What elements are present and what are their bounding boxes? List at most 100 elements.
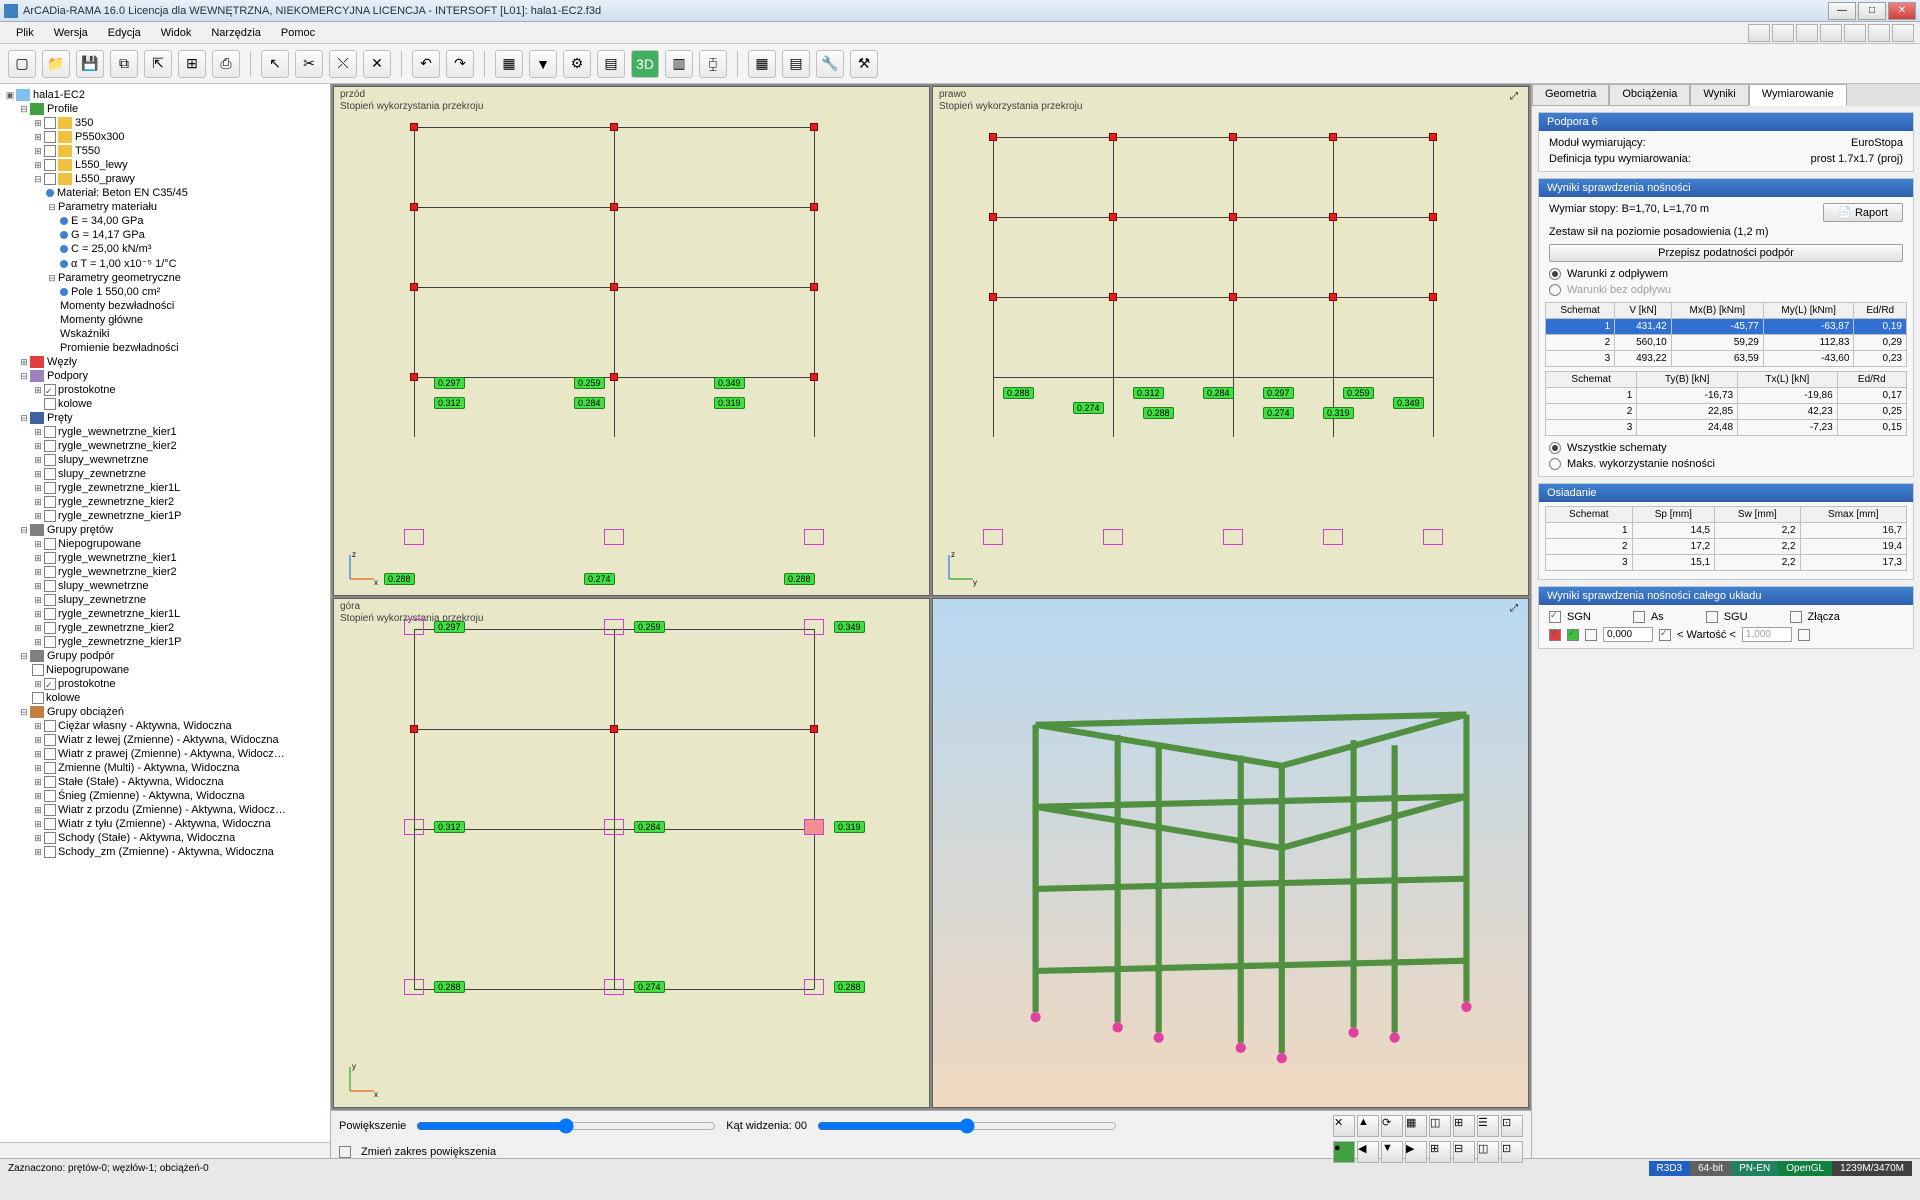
tree-item[interactable]: ⊞Stałe (Stałe) - Aktywna, Widoczna: [4, 775, 326, 789]
color-chk-green[interactable]: [1567, 629, 1579, 641]
close-button[interactable]: ✕: [1888, 2, 1916, 20]
tree-item[interactable]: ⊞prostokotne: [4, 677, 326, 691]
save-icon[interactable]: 💾: [76, 50, 104, 78]
tree-item[interactable]: ⊞slupy_wewnetrzne: [4, 453, 326, 467]
tree-item[interactable]: ⊞Śnieg (Zmienne) - Aktywna, Widoczna: [4, 789, 326, 803]
viewport-right[interactable]: prawo Stopień wykorzystania przekroju ⤢: [932, 86, 1529, 596]
table-icon[interactable]: ▤: [597, 50, 625, 78]
menu-edycja[interactable]: Edycja: [98, 25, 151, 41]
cutx-icon[interactable]: ⤬: [329, 50, 357, 78]
menu-wersja[interactable]: Wersja: [44, 25, 98, 41]
calc2-icon[interactable]: ▦: [748, 50, 776, 78]
aux-button-3[interactable]: [1796, 24, 1818, 42]
tree-podpory[interactable]: ⊟Podpory: [4, 369, 326, 383]
value-min-checkbox[interactable]: [1585, 629, 1597, 641]
viewport-top[interactable]: góra Stopień wykorzystania przekroju 0.2…: [333, 598, 930, 1108]
nav-button[interactable]: ✕: [1333, 1115, 1355, 1137]
tree-item[interactable]: ⊞Wiatr z tyłu (Zmienne) - Aktywna, Widoc…: [4, 817, 326, 831]
nav-button[interactable]: ⊡: [1501, 1115, 1523, 1137]
nav-button[interactable]: ⟳: [1381, 1115, 1403, 1137]
tree-section[interactable]: ⊟L550_prawy: [4, 172, 326, 186]
wrench-icon[interactable]: 🔧: [816, 50, 844, 78]
tree-param[interactable]: Wskaźniki: [4, 327, 326, 341]
export-icon[interactable]: ⇱: [144, 50, 172, 78]
filter-icon[interactable]: ▼: [529, 50, 557, 78]
nav-button[interactable]: ▲: [1357, 1115, 1379, 1137]
undo-icon[interactable]: ↶: [412, 50, 440, 78]
tree-item[interactable]: ⊞slupy_zewnetrzne: [4, 593, 326, 607]
tree-param[interactable]: Momenty główne: [4, 313, 326, 327]
tree-item[interactable]: ⊞rygle_zewnetrzne_kier1P: [4, 509, 326, 523]
tab-wymiarowanie[interactable]: Wymiarowanie: [1749, 84, 1847, 106]
zoom-range-checkbox[interactable]: [339, 1146, 351, 1158]
nav-button[interactable]: ⊟: [1453, 1141, 1475, 1163]
przepisz-button[interactable]: Przepisz podatności podpór: [1549, 244, 1903, 262]
tree-root[interactable]: ▣hala1-EC2: [4, 88, 326, 102]
tree-item[interactable]: ⊞rygle_wewnetrzne_kier1: [4, 551, 326, 565]
tree-param[interactable]: E = 34,00 GPa: [4, 214, 326, 228]
aux-button-4[interactable]: [1820, 24, 1842, 42]
tree-item[interactable]: ⊞slupy_zewnetrzne: [4, 467, 326, 481]
viewport-front[interactable]: przód Stopień wykorzystania przekroju: [333, 86, 930, 596]
aux-button-2[interactable]: [1772, 24, 1794, 42]
model-tree[interactable]: ▣hala1-EC2 ⊟Profile ⊞350 ⊞P550x300 ⊞T550…: [0, 84, 330, 1142]
tree-material[interactable]: Materiał: Beton EN C35/45: [4, 186, 326, 200]
redo-icon[interactable]: ↷: [446, 50, 474, 78]
value-mid-checkbox[interactable]: [1659, 629, 1671, 641]
color-chk-red[interactable]: [1549, 629, 1561, 641]
new-icon[interactable]: ▢: [8, 50, 36, 78]
nav-button[interactable]: ●: [1333, 1141, 1355, 1163]
tree-param[interactable]: Pole 1 550,00 cm²: [4, 285, 326, 299]
nav-button[interactable]: ☰: [1477, 1115, 1499, 1137]
viewport-3d[interactable]: ⤢: [932, 598, 1529, 1108]
tree-item[interactable]: ⊞rygle_wewnetrzne_kier2: [4, 565, 326, 579]
tree-section[interactable]: ⊞P550x300: [4, 130, 326, 144]
value-max-input[interactable]: [1742, 627, 1792, 642]
tree-param[interactable]: C = 25,00 kN/m³: [4, 242, 326, 256]
tree-item[interactable]: ⊞Schody_zm (Zmienne) - Aktywna, Widoczna: [4, 845, 326, 859]
zoom-slider[interactable]: [416, 1118, 716, 1134]
tree-param[interactable]: Promienie bezwładności: [4, 341, 326, 355]
tree-item[interactable]: ⊞Zmienne (Multi) - Aktywna, Widoczna: [4, 761, 326, 775]
tree-item[interactable]: ⊞Wiatr z prawej (Zmienne) - Aktywna, Wid…: [4, 747, 326, 761]
tree-item[interactable]: ⊞slupy_wewnetrzne: [4, 579, 326, 593]
tree-grupy-podpor[interactable]: ⊟Grupy podpór: [4, 649, 326, 663]
tree-item[interactable]: Niepogrupowane: [4, 663, 326, 677]
tree-section[interactable]: ⊞L550_lewy: [4, 158, 326, 172]
nav-button[interactable]: ◀: [1357, 1141, 1379, 1163]
value-max-checkbox[interactable]: [1798, 629, 1810, 641]
osiadanie-table[interactable]: SchematSp [mm]Sw [mm]Smax [mm] 114,52,21…: [1545, 506, 1907, 571]
aux-button-6[interactable]: [1868, 24, 1890, 42]
tree-item[interactable]: ⊞rygle_wewnetrzne_kier2: [4, 439, 326, 453]
chk-sgu[interactable]: [1706, 611, 1718, 623]
tree-grupy-pretow[interactable]: ⊟Grupy prętów: [4, 523, 326, 537]
view3d-icon[interactable]: 3D: [631, 50, 659, 78]
aux-button-5[interactable]: [1844, 24, 1866, 42]
tree-mat-params[interactable]: ⊟Parametry materiału: [4, 200, 326, 214]
raport-button[interactable]: 📄 Raport: [1823, 203, 1903, 222]
radio-odplyw[interactable]: [1549, 268, 1561, 280]
nav-button[interactable]: ▶: [1405, 1141, 1427, 1163]
menu-pomoc[interactable]: Pomoc: [271, 25, 325, 41]
expand-icon[interactable]: ⤢: [1510, 603, 1524, 617]
tree-scrollbar[interactable]: [0, 1142, 330, 1158]
radio-max-util[interactable]: [1549, 458, 1561, 470]
nav-button[interactable]: ◫: [1429, 1115, 1451, 1137]
tree-section[interactable]: ⊞350: [4, 116, 326, 130]
tree-item[interactable]: kolowe: [4, 397, 326, 411]
nav-button[interactable]: ▼: [1381, 1141, 1403, 1163]
aux-button-1[interactable]: [1748, 24, 1770, 42]
cut-icon[interactable]: ✂: [295, 50, 323, 78]
tree-item[interactable]: ⊞Niepogrupowane: [4, 537, 326, 551]
print-icon[interactable]: ⎙: [212, 50, 240, 78]
value-min-input[interactable]: [1603, 627, 1653, 642]
saveall-icon[interactable]: ⧉: [110, 50, 138, 78]
chk-sgn[interactable]: [1549, 611, 1561, 623]
nav-button[interactable]: ⊡: [1501, 1141, 1523, 1163]
tree-param[interactable]: Momenty bezwładności: [4, 299, 326, 313]
view-icon[interactable]: ⊞: [178, 50, 206, 78]
tree-item[interactable]: ⊞rygle_zewnetrzne_kier1P: [4, 635, 326, 649]
tree-item[interactable]: ⊞Ciężar własny - Aktywna, Widoczna: [4, 719, 326, 733]
menu-narzedzia[interactable]: Narzędzia: [201, 25, 271, 41]
nosnosc-table-2[interactable]: SchematTy(B) [kN]Tx(L) [kN]Ed/Rd 1-16,73…: [1545, 371, 1907, 436]
